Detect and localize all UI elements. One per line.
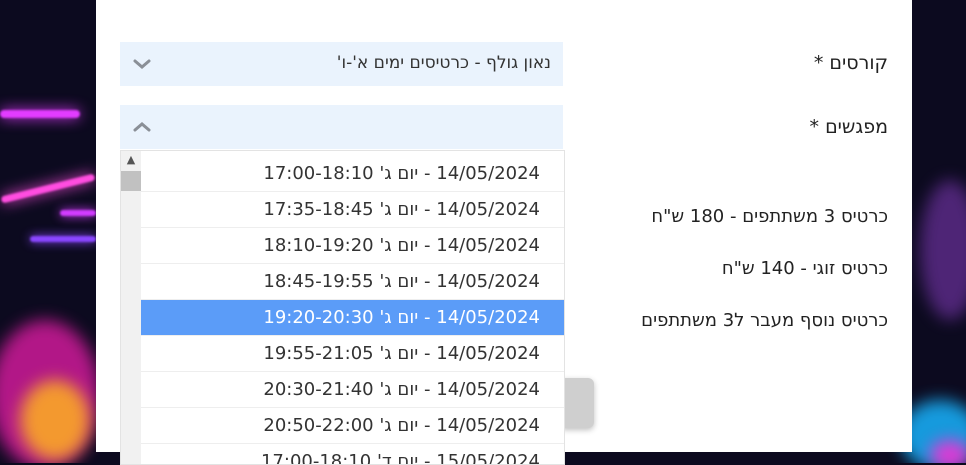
meetings-select[interactable] <box>120 105 563 149</box>
dropdown-option[interactable]: 14/05/2024 - יום ג' 20:30-21:40 <box>141 372 564 408</box>
dropdown-scrollbar[interactable]: ▲ <box>121 151 141 464</box>
price-couple: כרטיס זוגי - 140 ש"ח <box>721 258 888 279</box>
dropdown-option[interactable]: 14/05/2024 - יום ג' 18:45-19:55 <box>141 264 564 300</box>
meetings-label: מפגשים * <box>809 116 888 138</box>
dropdown-option[interactable]: 14/05/2024 - יום ג' 20:50-22:00 <box>141 408 564 444</box>
meetings-dropdown-list[interactable]: ▲ 14/05/2024 - יום ג' 17:00-18:10 14/05/2… <box>120 150 565 465</box>
dropdown-option[interactable]: 14/05/2024 - יום ג' 17:00-18:10 <box>141 156 564 192</box>
chevron-down-icon <box>133 59 151 69</box>
price-three-participants: כרטיס 3 משתתפים - 180 ש"ח <box>651 206 888 227</box>
submit-button[interactable] <box>562 378 594 428</box>
dropdown-option[interactable]: 14/05/2024 - יום ג' 18:10-19:20 <box>141 228 564 264</box>
chevron-up-icon <box>133 122 151 132</box>
courses-label: קורסים * <box>813 52 888 74</box>
scroll-up-arrow-icon[interactable]: ▲ <box>123 153 139 167</box>
courses-select-value: נאון גולף - כרטיסים ימים א'-ו' <box>336 53 551 73</box>
price-extra-participant: כרטיס נוסף מעבר ל3 משתתפים <box>641 310 888 331</box>
dropdown-option[interactable]: 14/05/2024 - יום ג' 19:55-21:05 <box>141 336 564 372</box>
dropdown-options: 14/05/2024 - יום ג' 17:00-18:10 14/05/202… <box>141 156 564 464</box>
courses-select[interactable]: נאון גולף - כרטיסים ימים א'-ו' <box>120 42 563 86</box>
dropdown-option[interactable]: 15/05/2024 - יום ד' 17:00-18:10 <box>141 444 564 464</box>
dropdown-option-selected[interactable]: 14/05/2024 - יום ג' 19:20-20:30 <box>141 300 564 336</box>
scrollbar-thumb[interactable] <box>121 171 141 191</box>
dropdown-option[interactable]: 14/05/2024 - יום ג' 17:35-18:45 <box>141 192 564 228</box>
